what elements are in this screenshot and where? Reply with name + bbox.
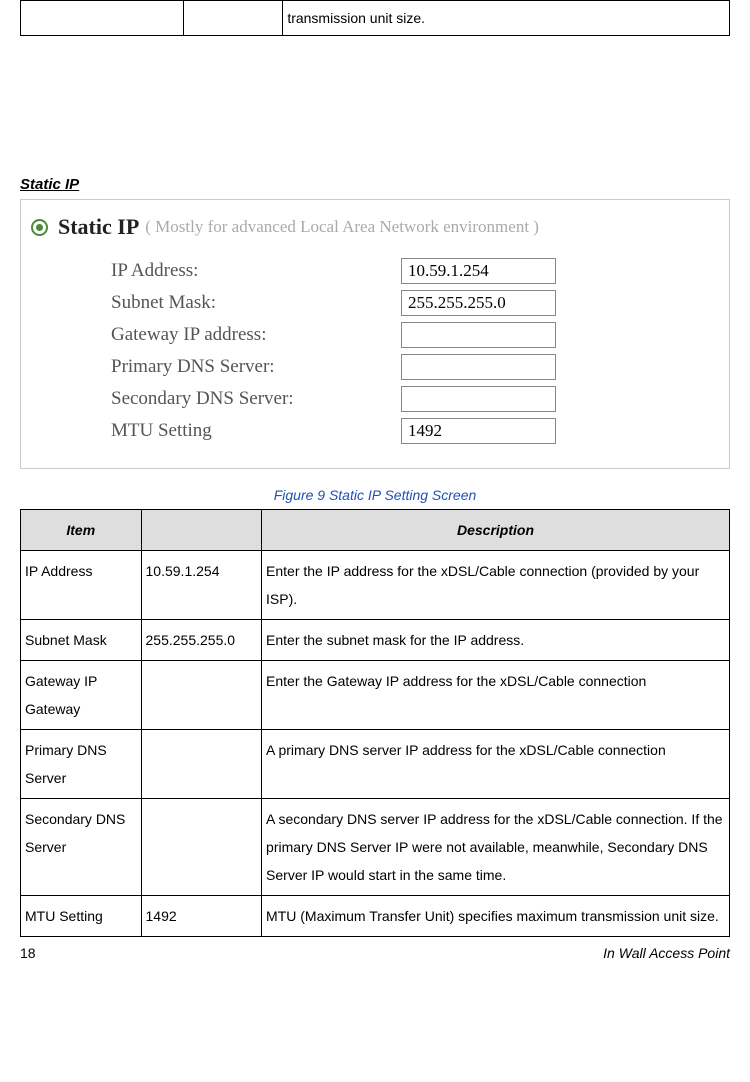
table-row: MTU Setting 1492 MTU (Maximum Transfer U… xyxy=(21,896,730,937)
cell-desc: A secondary DNS server IP address for th… xyxy=(262,799,730,896)
cell-desc: Enter the Gateway IP address for the xDS… xyxy=(262,661,730,730)
table-row: IP Address 10.59.1.254 Enter the IP addr… xyxy=(21,551,730,620)
static-ip-form-panel: Static IP ( Mostly for advanced Local Ar… xyxy=(20,199,730,469)
top-cell-2 xyxy=(184,1,283,36)
cell-item: MTU Setting xyxy=(21,896,142,937)
input-secondary-dns[interactable] xyxy=(401,386,556,412)
static-ip-radio-row[interactable]: Static IP ( Mostly for advanced Local Ar… xyxy=(31,214,713,240)
cell-value: 255.255.255.0 xyxy=(141,620,262,661)
cell-value xyxy=(141,799,262,896)
cell-desc: Enter the IP address for the xDSL/Cable … xyxy=(262,551,730,620)
label-mtu-setting: MTU Setting xyxy=(111,420,401,442)
radio-subtitle: ( Mostly for advanced Local Area Network… xyxy=(145,217,539,237)
cell-value: 10.59.1.254 xyxy=(141,551,262,620)
cell-desc: Enter the subnet mask for the IP address… xyxy=(262,620,730,661)
radio-selected-icon[interactable] xyxy=(31,219,48,236)
desc-header-item: Item xyxy=(21,510,142,551)
table-row: Primary DNS Server A primary DNS server … xyxy=(21,730,730,799)
field-primary-dns: Primary DNS Server: xyxy=(31,354,713,380)
top-cell-3: transmission unit size. xyxy=(283,1,730,36)
section-heading-static-ip: Static IP xyxy=(20,176,730,193)
desc-header-value xyxy=(141,510,262,551)
figure-caption: Figure 9 Static IP Setting Screen xyxy=(20,487,730,503)
cell-item: Gateway IP Gateway xyxy=(21,661,142,730)
label-primary-dns: Primary DNS Server: xyxy=(111,356,401,378)
cell-item: Subnet Mask xyxy=(21,620,142,661)
cell-value xyxy=(141,661,262,730)
cell-item: Primary DNS Server xyxy=(21,730,142,799)
input-mtu-setting[interactable] xyxy=(401,418,556,444)
radio-title: Static IP xyxy=(58,214,139,240)
footer-page-number: 18 xyxy=(20,945,36,961)
input-gateway-ip[interactable] xyxy=(401,322,556,348)
cell-item: IP Address xyxy=(21,551,142,620)
desc-header-desc: Description xyxy=(262,510,730,551)
field-mtu-setting: MTU Setting xyxy=(31,418,713,444)
field-secondary-dns: Secondary DNS Server: xyxy=(31,386,713,412)
description-table: Item Description IP Address 10.59.1.254 … xyxy=(20,509,730,937)
table-row: Subnet Mask 255.255.255.0 Enter the subn… xyxy=(21,620,730,661)
table-row: Gateway IP Gateway Enter the Gateway IP … xyxy=(21,661,730,730)
label-subnet-mask: Subnet Mask: xyxy=(111,292,401,314)
input-primary-dns[interactable] xyxy=(401,354,556,380)
footer-title: In Wall Access Point xyxy=(603,945,730,961)
label-secondary-dns: Secondary DNS Server: xyxy=(111,388,401,410)
label-gateway-ip: Gateway IP address: xyxy=(111,324,401,346)
field-subnet-mask: Subnet Mask: xyxy=(31,290,713,316)
page-footer: 18 In Wall Access Point xyxy=(20,945,730,961)
cell-value xyxy=(141,730,262,799)
input-subnet-mask[interactable] xyxy=(401,290,556,316)
top-cell-1 xyxy=(21,1,184,36)
label-ip-address: IP Address: xyxy=(111,260,401,282)
cell-item: Secondary DNS Server xyxy=(21,799,142,896)
field-gateway-ip: Gateway IP address: xyxy=(31,322,713,348)
cell-desc: A primary DNS server IP address for the … xyxy=(262,730,730,799)
cell-desc: MTU (Maximum Transfer Unit) specifies ma… xyxy=(262,896,730,937)
top-fragment-table: transmission unit size. xyxy=(20,0,730,36)
input-ip-address[interactable] xyxy=(401,258,556,284)
cell-value: 1492 xyxy=(141,896,262,937)
field-ip-address: IP Address: xyxy=(31,258,713,284)
table-row: Secondary DNS Server A secondary DNS ser… xyxy=(21,799,730,896)
